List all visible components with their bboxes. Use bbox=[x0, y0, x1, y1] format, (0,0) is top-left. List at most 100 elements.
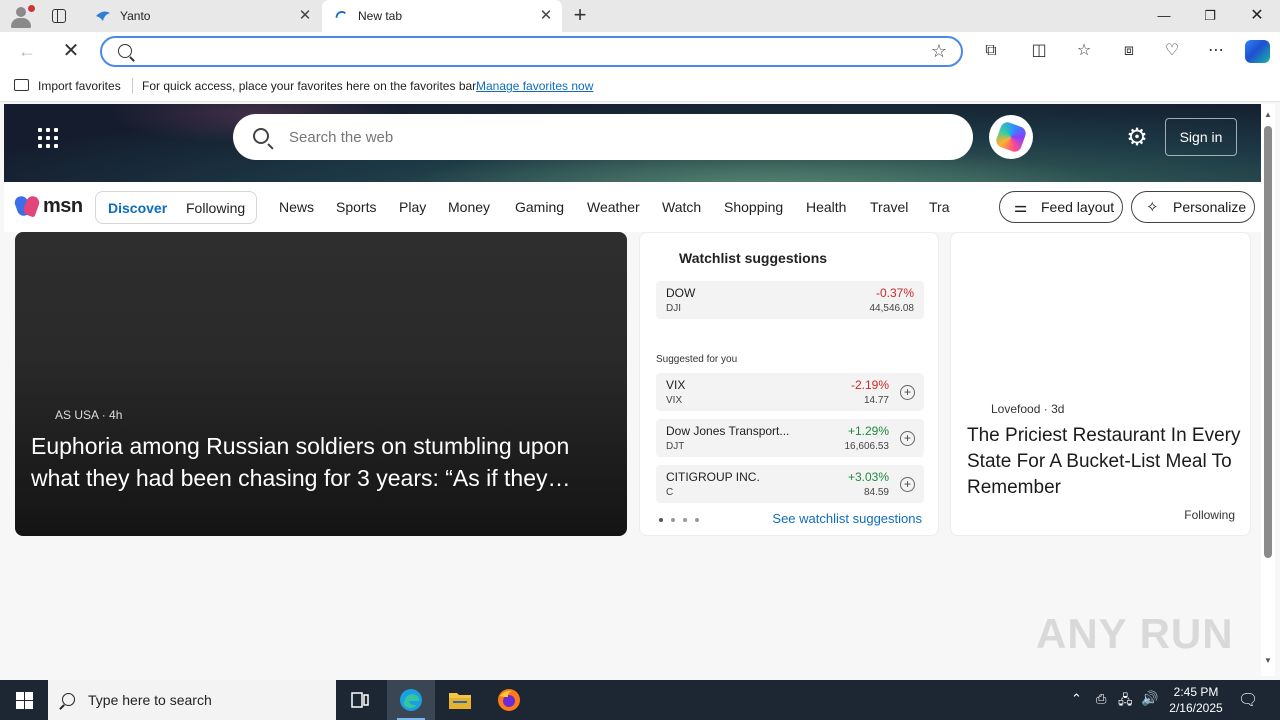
page-scrollbar[interactable]: ▲ ▼ bbox=[1261, 104, 1275, 676]
add-to-watchlist-icon[interactable]: + bbox=[900, 385, 915, 400]
feed-layout-button[interactable]: ⚌ Feed layout bbox=[999, 191, 1123, 223]
folder-icon bbox=[449, 693, 471, 709]
scroll-up-icon[interactable]: ▲ bbox=[1264, 110, 1272, 119]
nav-news[interactable]: News bbox=[279, 199, 314, 215]
personalize-button[interactable]: ✧ Personalize bbox=[1131, 191, 1255, 223]
story-source: Lovefood · 3d bbox=[991, 402, 1065, 416]
network-icon[interactable]: 🖧 bbox=[1118, 691, 1133, 720]
yanto-favicon-icon bbox=[96, 11, 110, 21]
manage-favorites-link[interactable]: Manage favorites now bbox=[476, 79, 593, 93]
stock-value: 16,606.53 bbox=[844, 441, 890, 452]
stock-name: CITIGROUP INC. bbox=[666, 470, 760, 484]
gear-icon[interactable]: ⚙ bbox=[1124, 126, 1150, 152]
search-placeholder: Search the web bbox=[289, 129, 394, 146]
system-clock[interactable]: 2:45 PM 2/16/2025 bbox=[1160, 684, 1232, 716]
nav-more-truncated[interactable]: Tra bbox=[929, 199, 950, 215]
search-icon bbox=[253, 128, 269, 144]
extensions-icon[interactable]: ⧉ bbox=[980, 40, 1002, 62]
personalize-icon: ✧ bbox=[1146, 199, 1159, 216]
back-button[interactable]: ← bbox=[14, 39, 40, 63]
task-view-icon bbox=[351, 692, 369, 708]
notifications-icon[interactable]: 🗨 bbox=[1238, 690, 1258, 720]
msn-butterfly-icon bbox=[12, 194, 42, 218]
stock-row[interactable]: VIX VIX -2.19% 14.77 + bbox=[656, 373, 924, 411]
address-bar[interactable]: ☆ bbox=[100, 36, 963, 67]
stock-row[interactable]: DOW DJI -0.37% 44,546.08 bbox=[656, 281, 924, 319]
device-icon[interactable]: ⎙ bbox=[1096, 691, 1106, 720]
volume-icon[interactable]: 🔊 bbox=[1141, 690, 1158, 720]
clock-time: 2:45 PM bbox=[1173, 685, 1219, 699]
side-story-card[interactable]: Lovefood · 3d The Priciest Restaurant In… bbox=[950, 232, 1251, 536]
firefox-button[interactable] bbox=[485, 680, 533, 720]
tab-title: New tab bbox=[358, 9, 403, 23]
stock-change: -2.19% bbox=[850, 378, 889, 392]
address-input[interactable] bbox=[142, 42, 902, 62]
app-launcher-icon[interactable] bbox=[38, 128, 58, 148]
msn-logo[interactable]: msn bbox=[12, 192, 83, 220]
taskbar-search[interactable]: Type here to search bbox=[48, 680, 336, 720]
tab-new-tab[interactable]: New tab ✕ bbox=[322, 0, 562, 32]
sign-in-button[interactable]: Sign in bbox=[1165, 118, 1237, 156]
restore-button[interactable]: ❐ bbox=[1187, 0, 1233, 32]
split-screen-icon[interactable]: ◫ bbox=[1028, 40, 1050, 62]
show-hidden-icons[interactable]: ⌃ bbox=[1071, 691, 1082, 720]
nav-health[interactable]: Health bbox=[806, 199, 846, 215]
stock-value: 44,546.08 bbox=[869, 303, 915, 314]
nav-shopping[interactable]: Shopping bbox=[724, 199, 783, 215]
watchlist-card: Watchlist suggestions DOW DJI -0.37% 44,… bbox=[639, 232, 939, 536]
tab-following[interactable]: Following bbox=[186, 200, 245, 216]
story-headline[interactable]: Euphoria among Russian soldiers on stumb… bbox=[31, 430, 611, 494]
nav-gaming[interactable]: Gaming bbox=[515, 199, 564, 215]
main-story-card[interactable]: AS USA · 4h Euphoria among Russian soldi… bbox=[15, 232, 627, 536]
stock-symbol: C bbox=[666, 487, 674, 498]
settings-more-icon[interactable]: ⋯ bbox=[1205, 40, 1227, 62]
copilot-button[interactable] bbox=[989, 115, 1033, 159]
close-tab-icon[interactable]: ✕ bbox=[295, 6, 315, 26]
nav-play[interactable]: Play bbox=[399, 199, 426, 215]
close-tab-icon[interactable]: ✕ bbox=[536, 6, 556, 26]
msn-nav-row: msn Discover Following News Sports Play … bbox=[4, 182, 1261, 232]
favorite-star-icon[interactable]: ☆ bbox=[931, 41, 947, 62]
search-icon bbox=[118, 44, 132, 58]
start-button[interactable] bbox=[0, 680, 48, 720]
edge-taskbar-button[interactable] bbox=[387, 680, 435, 720]
story-headline[interactable]: The Priciest Restaurant In Every State F… bbox=[967, 423, 1242, 501]
nav-watch[interactable]: Watch bbox=[662, 199, 701, 215]
add-to-watchlist-icon[interactable]: + bbox=[900, 477, 915, 492]
add-to-watchlist-icon[interactable]: + bbox=[900, 431, 915, 446]
divider bbox=[132, 78, 133, 94]
minimize-button[interactable]: — bbox=[1141, 0, 1187, 32]
tab-discover[interactable]: Discover bbox=[108, 200, 167, 216]
collections-icon[interactable]: ⧈ bbox=[1118, 40, 1140, 62]
tab-actions-icon[interactable] bbox=[50, 7, 68, 25]
stock-symbol: DJI bbox=[666, 303, 681, 314]
nav-weather[interactable]: Weather bbox=[587, 199, 640, 215]
following-label[interactable]: Following bbox=[1184, 508, 1235, 522]
import-favorites-button[interactable]: Import favorites bbox=[38, 79, 121, 93]
nav-travel[interactable]: Travel bbox=[870, 199, 908, 215]
favorites-icon[interactable]: ☆ bbox=[1073, 40, 1095, 62]
nav-money[interactable]: Money bbox=[448, 199, 490, 215]
copilot-icon[interactable] bbox=[1245, 40, 1270, 63]
stop-loading-button[interactable]: ✕ bbox=[58, 39, 84, 63]
nav-sports[interactable]: Sports bbox=[336, 199, 376, 215]
msn-logo-text: msn bbox=[43, 194, 83, 217]
see-watchlist-link[interactable]: See watchlist suggestions bbox=[772, 511, 922, 526]
search-icon bbox=[62, 693, 75, 706]
web-search-box[interactable]: Search the web bbox=[233, 114, 973, 160]
tab-yanto[interactable]: Yanto ✕ bbox=[84, 0, 321, 32]
browser-essentials-icon[interactable]: ♡ bbox=[1161, 40, 1183, 62]
new-tab-button[interactable]: + bbox=[568, 4, 592, 28]
stock-row[interactable]: CITIGROUP INC. C +3.03% 84.59 + bbox=[656, 465, 924, 503]
stock-row[interactable]: Dow Jones Transport... DJT +1.29% 16,606… bbox=[656, 419, 924, 457]
profile-icon[interactable] bbox=[8, 4, 35, 30]
stock-change: +3.03% bbox=[847, 470, 889, 484]
close-window-button[interactable]: ✕ bbox=[1234, 0, 1280, 32]
hero-banner: Search the web ⚙ Sign in bbox=[4, 104, 1261, 182]
browser-toolbar: ← ✕ ☆ ⧉ ◫ ☆ ⧈ ♡ ⋯ bbox=[0, 32, 1280, 70]
scroll-down-icon[interactable]: ▼ bbox=[1264, 656, 1272, 665]
task-view-button[interactable] bbox=[336, 680, 384, 720]
file-explorer-button[interactable] bbox=[436, 680, 484, 720]
copilot-icon bbox=[994, 120, 1028, 154]
scroll-thumb[interactable] bbox=[1264, 126, 1272, 558]
